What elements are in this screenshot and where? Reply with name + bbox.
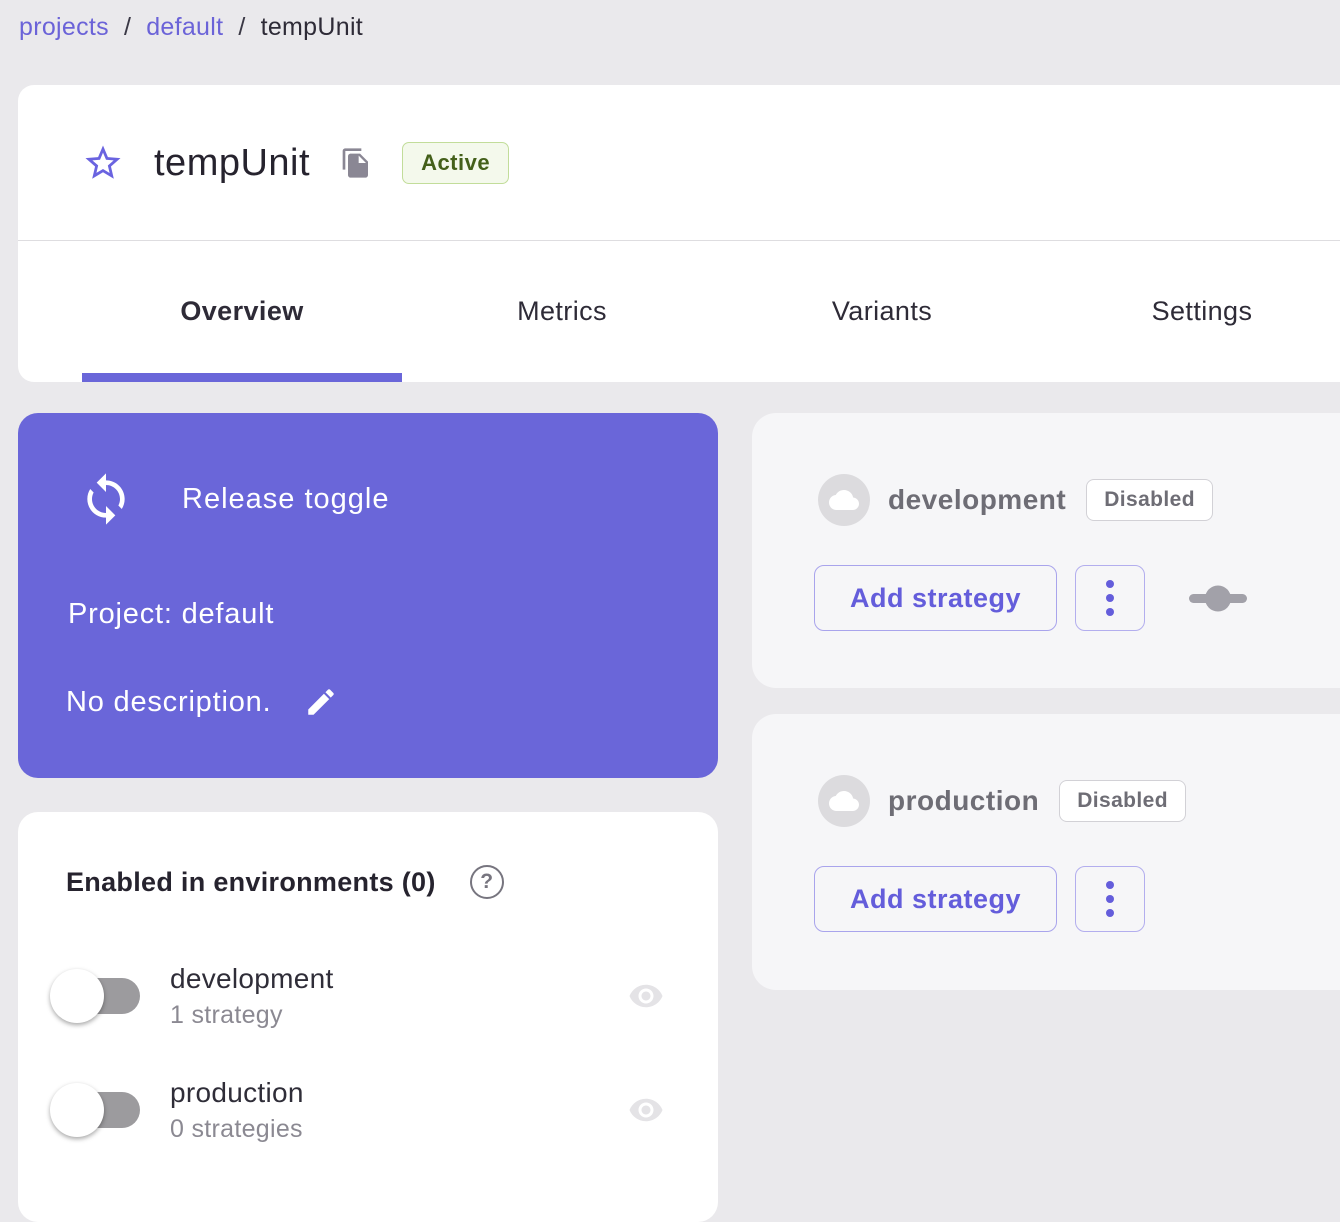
breadcrumb-link-default[interactable]: default — [146, 13, 223, 42]
cloud-icon — [829, 485, 859, 515]
description-row: No description. — [66, 684, 339, 720]
feature-header-card: tempUnit Active Overview Metrics Variant… — [18, 85, 1340, 382]
star-outline-icon — [82, 142, 124, 184]
environment-row-labels: development 1 strategy — [170, 963, 334, 1030]
breadcrumb-link-projects[interactable]: projects — [19, 13, 109, 42]
breadcrumb: projects / default / tempUnit — [19, 13, 363, 42]
toggle-thumb — [50, 1083, 104, 1137]
tab-overview[interactable]: Overview — [82, 241, 402, 382]
tab-metrics[interactable]: Metrics — [402, 241, 722, 382]
environment-actions: Add strategy — [814, 866, 1145, 932]
breadcrumb-separator: / — [124, 13, 131, 42]
toggle-type-label: Release toggle — [182, 483, 389, 516]
environment-row-name: production — [170, 1077, 304, 1109]
toggle-type-header: Release toggle — [78, 471, 389, 527]
loop-arrows-icon — [78, 471, 134, 527]
cloud-icon — [829, 786, 859, 816]
environment-avatar — [818, 775, 870, 827]
tab-bar: Overview Metrics Variants Settings — [82, 241, 1340, 382]
environment-name: development — [888, 484, 1066, 516]
project-label: Project: default — [68, 598, 274, 631]
kebab-dot — [1106, 909, 1114, 917]
environment-toggle-development[interactable] — [62, 978, 140, 1014]
active-tab-indicator — [82, 373, 402, 382]
breadcrumb-separator: / — [238, 13, 245, 42]
environment-menu-button[interactable] — [1075, 565, 1145, 631]
help-icon[interactable]: ? — [470, 865, 504, 899]
environment-header: production Disabled — [818, 775, 1186, 827]
description-text: No description. — [66, 686, 271, 719]
environment-toggle-row-development: development 1 strategy — [62, 950, 670, 1042]
toggle-thumb — [50, 969, 104, 1023]
environment-row-name: development — [170, 963, 334, 995]
enabled-environments-title: Enabled in environments (0) — [66, 867, 436, 898]
environment-toggle-production[interactable] — [62, 1092, 140, 1128]
environment-name: production — [888, 785, 1039, 817]
environment-avatar — [818, 474, 870, 526]
breadcrumb-current: tempUnit — [261, 13, 363, 42]
copy-name-icon[interactable] — [340, 147, 372, 179]
environment-toggle-row-production: production 0 strategies — [62, 1064, 670, 1156]
environment-row-labels: production 0 strategies — [170, 1077, 304, 1144]
environment-menu-button[interactable] — [1075, 866, 1145, 932]
feature-title-row: tempUnit Active — [82, 133, 509, 193]
favorite-star-icon[interactable] — [82, 142, 124, 184]
environment-status-badge: Disabled — [1059, 780, 1186, 822]
kebab-dot — [1106, 881, 1114, 889]
environment-card-production: production Disabled Add strategy — [752, 714, 1340, 990]
status-badge: Active — [402, 142, 509, 184]
copy-icon — [340, 147, 372, 179]
environment-actions: Add strategy — [814, 565, 1247, 631]
visibility-eye-icon[interactable] — [622, 976, 670, 1016]
environment-status-badge: Disabled — [1086, 479, 1213, 521]
pencil-icon — [304, 685, 338, 719]
enabled-environments-card: Enabled in environments (0) ? developmen… — [18, 812, 718, 1222]
add-strategy-button[interactable]: Add strategy — [814, 565, 1057, 631]
kebab-dot — [1106, 580, 1114, 588]
page-title: tempUnit — [154, 142, 310, 185]
toggle-type-card: Release toggle Project: default No descr… — [18, 413, 718, 778]
add-strategy-button[interactable]: Add strategy — [814, 866, 1057, 932]
rollout-slider-icon — [1189, 576, 1247, 620]
tab-variants[interactable]: Variants — [722, 241, 1042, 382]
environment-row-strategies: 0 strategies — [170, 1115, 304, 1144]
environment-row-strategies: 1 strategy — [170, 1001, 334, 1030]
kebab-dot — [1106, 895, 1114, 903]
visibility-eye-icon[interactable] — [622, 1090, 670, 1130]
environment-card-development: development Disabled Add strategy — [752, 413, 1340, 688]
environment-header: development Disabled — [818, 474, 1213, 526]
kebab-dot — [1106, 608, 1114, 616]
enabled-environments-header: Enabled in environments (0) ? — [66, 865, 504, 899]
kebab-dot — [1106, 594, 1114, 602]
tab-settings[interactable]: Settings — [1042, 241, 1340, 382]
edit-description-button[interactable] — [303, 684, 339, 720]
